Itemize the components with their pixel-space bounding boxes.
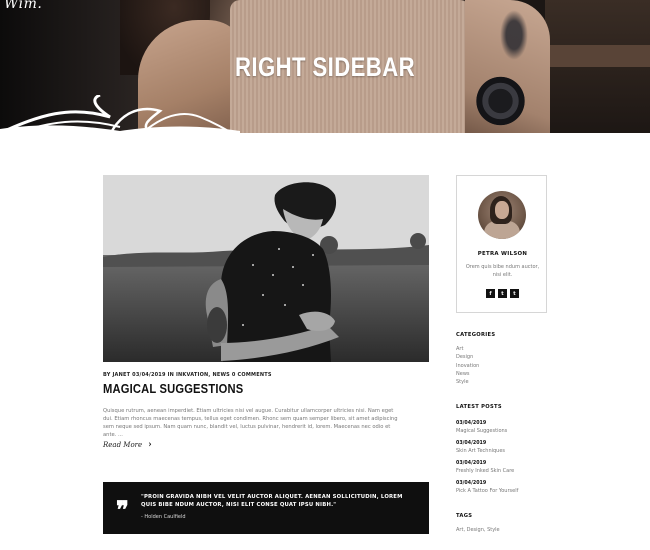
author-bio: Orem quis bibe ndum auctor, nisi elit. [465,264,540,278]
latest-posts-title: LATEST POSTS [456,404,502,410]
latest-posts-list: 03/04/2019 Magical Suggestions 03/04/201… [456,420,518,500]
category-link[interactable]: Style [456,378,479,386]
facebook-icon[interactable]: f [486,289,495,298]
categories-list: Art Design Inovation News Style [456,345,479,386]
page-title: RIGHT SIDEBAR [234,52,415,82]
category-link[interactable]: Inovation [456,362,479,370]
hero-swirl-ornament [0,95,240,133]
post-excerpt: Quisque rutrum, aenean imperdiet. Etiam … [103,408,398,438]
author-name: PETRA WILSON [477,251,528,257]
tumblr-icon[interactable]: t [510,289,519,298]
latest-post-date: 03/04/2019 [456,461,487,466]
site-logo[interactable]: Wim. [4,0,42,12]
tags-list: Art, Design, Style [456,527,500,533]
tag-link[interactable]: Design [467,527,484,533]
twitter-icon[interactable]: t [498,289,507,298]
latest-post-date: 03/04/2019 [456,441,487,446]
post-title[interactable]: MAGICAL SUGGESTIONS [103,381,243,396]
latest-post-link[interactable]: Pick A Tattoo For Yourself [456,487,518,495]
latest-post-date: 03/04/2019 [456,481,487,486]
tags-title: TAGS [456,513,473,519]
list-item: 03/04/2019 Magical Suggestions [456,420,518,440]
read-more-label: Read More [103,441,143,449]
latest-post-date: 03/04/2019 [456,421,487,426]
latest-post-link[interactable]: Skin Art Techniques [456,447,518,455]
latest-post-link[interactable]: Magical Suggestions [456,427,518,435]
avatar [478,191,526,239]
list-item: 03/04/2019 Freshly Inked Skin Care [456,460,518,480]
quote-block: ❞ "PROIN GRAVIDA NIBH VEL VELIT AUCTOR A… [103,482,429,534]
category-link[interactable]: Design [456,353,479,361]
tag-link[interactable]: Style [487,527,500,533]
hero-banner: Wim. RIGHT SIDEBAR [0,0,650,133]
featured-post-image[interactable] [103,175,429,362]
author-widget: PETRA WILSON Orem quis bibe ndum auctor,… [456,175,547,313]
quote-author: - Holden Caulfield [141,514,186,520]
social-links: f t t [457,289,548,298]
post-meta: BY JANET 03/04/2019 IN INKVATION, NEWS 0… [103,372,272,378]
categories-title: CATEGORIES [456,332,496,338]
latest-post-link[interactable]: Freshly Inked Skin Care [456,467,518,475]
quote-text: "PROIN GRAVIDA NIBH VEL VELIT AUCTOR ALI… [141,494,403,508]
quote-icon: ❞ [116,498,129,524]
list-item: 03/04/2019 Pick A Tattoo For Yourself [456,480,518,500]
chevron-right-icon: › [148,440,152,450]
tag-link[interactable]: Art [456,527,463,533]
read-more-link[interactable]: Read More › [103,440,152,450]
category-link[interactable]: News [456,370,479,378]
category-link[interactable]: Art [456,345,479,353]
list-item: 03/04/2019 Skin Art Techniques [456,440,518,460]
